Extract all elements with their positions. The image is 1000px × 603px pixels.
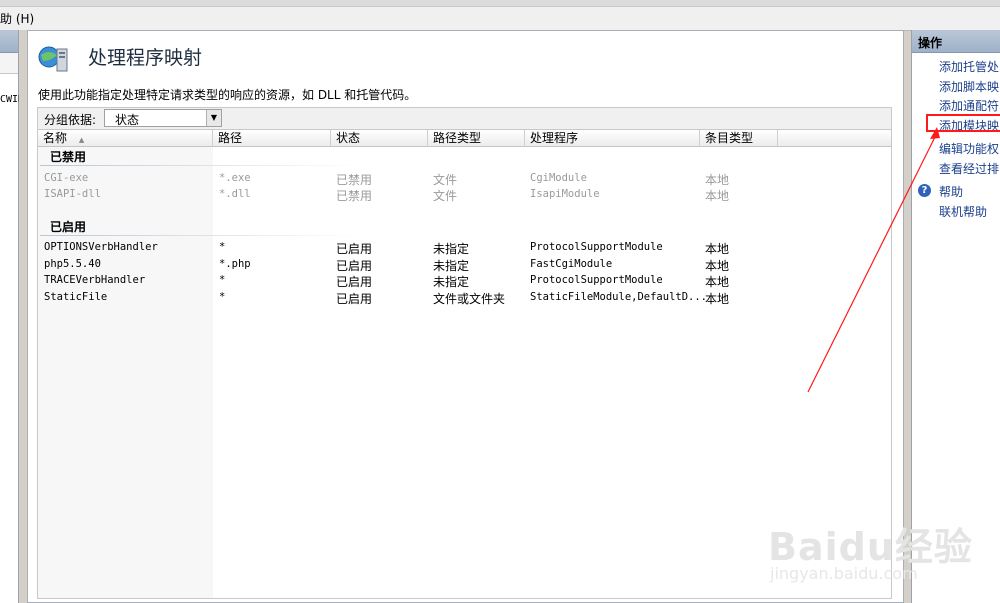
- group-header-disabled: 已禁用: [50, 150, 87, 164]
- dropdown-arrow-icon[interactable]: ▼: [206, 110, 221, 126]
- group-divider: [40, 235, 360, 236]
- actions-header: 操作: [912, 30, 1000, 53]
- actions-help-header[interactable]: 帮助: [939, 183, 963, 200]
- column-header-name[interactable]: 名称 ▲: [38, 130, 213, 146]
- action-add-wildcard-script-map[interactable]: 添加通配符: [939, 97, 999, 114]
- connections-header: [0, 30, 18, 53]
- help-icon: ?: [918, 184, 931, 197]
- column-header-state[interactable]: 状态: [331, 130, 428, 146]
- group-by-label: 分组依据:: [44, 113, 97, 127]
- column-header-row: 名称 ▲ 路径 状态 路径类型 处理程序 条目类型: [38, 130, 891, 147]
- group-by-value: 状态: [115, 113, 140, 127]
- group-divider: [40, 165, 360, 166]
- connections-panel: CWIN: [0, 30, 24, 603]
- column-header-path-type[interactable]: 路径类型: [428, 130, 525, 146]
- column-header-entry-type[interactable]: 条目类型: [700, 130, 778, 146]
- group-by-bar: 分组依据: 状态 ▼: [37, 107, 892, 129]
- handler-mappings-icon: [38, 46, 68, 72]
- action-add-managed-handler[interactable]: 添加托管处: [939, 58, 999, 75]
- group-header-enabled: 已启用: [50, 220, 87, 234]
- table-row[interactable]: php5.5.40 *.php 已启用 未指定 FastCgiModule 本地: [38, 257, 891, 273]
- table-row[interactable]: TRACEVerbHandler * 已启用 未指定 ProtocolSuppo…: [38, 273, 891, 289]
- watermark-brand: Baidu经验: [768, 525, 973, 569]
- sort-ascending-icon: ▲: [78, 136, 85, 144]
- baidu-watermark: Baidu经验 jingyan.baidu.com: [768, 492, 1000, 602]
- handler-list: 名称 ▲ 路径 状态 路径类型 处理程序 条目类型 已禁用 CGI-exe *.…: [37, 129, 892, 599]
- menu-bar: 助 (H): [0, 0, 1000, 31]
- splitter[interactable]: [19, 30, 27, 603]
- column-header-handler[interactable]: 处理程序: [525, 130, 700, 146]
- action-add-script-map[interactable]: 添加脚本映: [939, 78, 999, 95]
- menu-help[interactable]: 助 (H): [0, 10, 34, 27]
- action-online-help[interactable]: 联机帮助: [939, 203, 987, 220]
- table-row[interactable]: OPTIONSVerbHandler * 已启用 未指定 ProtocolSup…: [38, 240, 891, 256]
- connections-toolbar: [0, 53, 18, 74]
- column-header-path[interactable]: 路径: [213, 130, 331, 146]
- page-title: 处理程序映射: [88, 47, 203, 69]
- action-edit-feature-permissions[interactable]: 编辑功能权: [939, 140, 999, 157]
- table-row[interactable]: StaticFile * 已启用 文件或文件夹 StaticFileModule…: [38, 290, 891, 306]
- highlight-box: [926, 114, 1000, 132]
- page-description: 使用此功能指定处理特定请求类型的响应的资源，如 DLL 和托管代码。: [38, 88, 417, 102]
- table-row[interactable]: ISAPI-dll *.dll 已禁用 文件 IsapiModule 本地: [38, 187, 891, 203]
- title-bar-edge: [0, 0, 1000, 7]
- table-row[interactable]: CGI-exe *.exe 已禁用 文件 CgiModule 本地: [38, 171, 891, 187]
- group-by-select[interactable]: 状态 ▼: [104, 109, 222, 127]
- sorted-column-band: [38, 145, 213, 598]
- action-view-ordered-list[interactable]: 查看经过排: [939, 160, 999, 177]
- watermark-url: jingyan.baidu.com: [770, 564, 918, 583]
